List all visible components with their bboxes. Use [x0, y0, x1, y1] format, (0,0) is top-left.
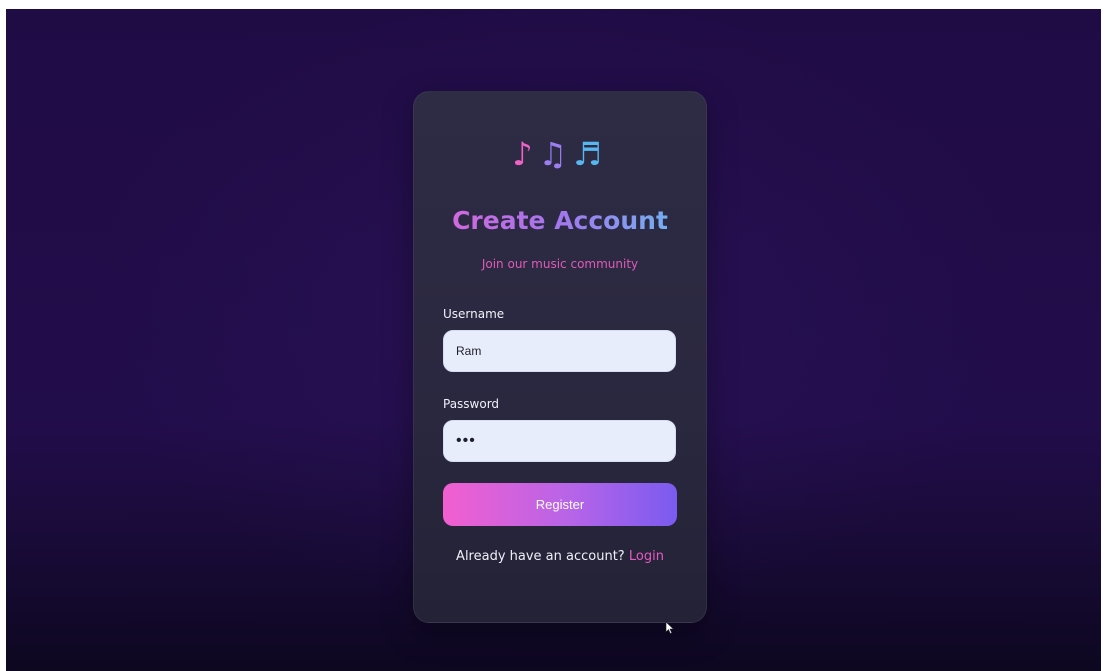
register-card: ♪♫♬ Create Account Join our music commun… [413, 91, 707, 623]
page-subtitle: Join our music community [481, 257, 639, 271]
register-button[interactable]: Register [443, 483, 677, 526]
mouse-cursor-icon [665, 621, 675, 635]
password-label: Password [443, 397, 500, 411]
music-notes-logo: ♪♫♬ [414, 136, 706, 172]
login-prompt-text: Already have an account? [456, 549, 625, 564]
username-label: Username [443, 307, 505, 321]
password-input[interactable] [443, 420, 676, 462]
login-prompt: Already have an account? Login [414, 549, 706, 564]
beamed-sixteenth-notes-icon: ♬ [573, 135, 608, 173]
page-title: Create Account [414, 205, 706, 237]
login-link[interactable]: Login [629, 549, 664, 564]
beamed-notes-icon: ♫ [538, 135, 574, 173]
music-note-icon: ♪ [512, 135, 539, 173]
page-background: ♪♫♬ Create Account Join our music commun… [6, 9, 1101, 671]
username-input[interactable] [443, 330, 676, 372]
